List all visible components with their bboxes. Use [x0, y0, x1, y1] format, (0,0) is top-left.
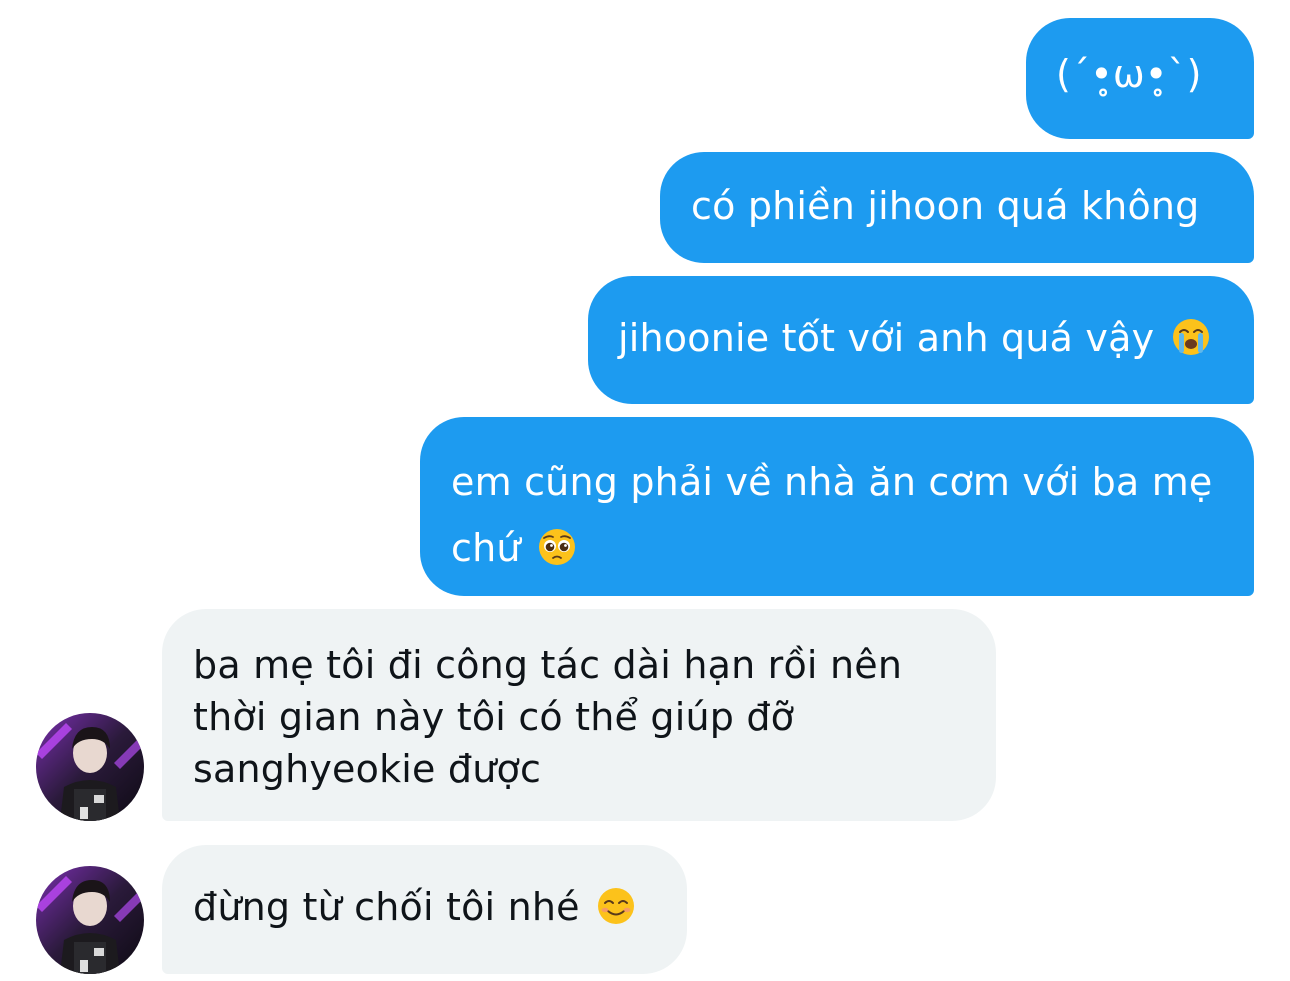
- message-text-line: ba mẹ tôi đi công tác dài hạn rồi nên: [193, 643, 903, 687]
- received-message-bubble[interactable]: đừng từ chối tôi nhé: [162, 845, 687, 974]
- sent-message-bubble[interactable]: (´•̥ω•̥`): [1026, 18, 1254, 139]
- user-avatar[interactable]: [36, 866, 144, 974]
- user-avatar[interactable]: [36, 713, 144, 821]
- sent-message-bubble[interactable]: em cũng phải về nhà ăn cơm với ba mẹ chứ: [420, 417, 1254, 596]
- message-text-line-2-wrapper: chứ: [451, 515, 1254, 581]
- message-text-line: thời gian này tôi có thể giúp đỡ: [193, 695, 795, 739]
- message-text-line: sanghyeokie được: [193, 747, 542, 791]
- message-text: đừng từ chối tôi nhé: [193, 885, 580, 929]
- received-message-bubble[interactable]: ba mẹ tôi đi công tác dài hạn rồi nên th…: [162, 609, 996, 821]
- smiling-face-icon: [596, 886, 636, 926]
- message-text: có phiền jihoon quá không: [691, 184, 1200, 228]
- pleading-face-icon: [537, 527, 577, 567]
- sent-message-bubble[interactable]: có phiền jihoon quá không: [660, 152, 1254, 263]
- message-text: jihoonie tốt với anh quá vậy: [618, 316, 1155, 360]
- loudly-crying-face-icon: [1171, 317, 1211, 357]
- sent-message-bubble[interactable]: jihoonie tốt với anh quá vậy: [588, 276, 1254, 404]
- message-text-line: em cũng phải về nhà ăn cơm với ba mẹ: [451, 460, 1213, 504]
- message-text: (´•̥ω•̥`): [1056, 52, 1202, 96]
- message-text-line: chứ: [451, 526, 521, 570]
